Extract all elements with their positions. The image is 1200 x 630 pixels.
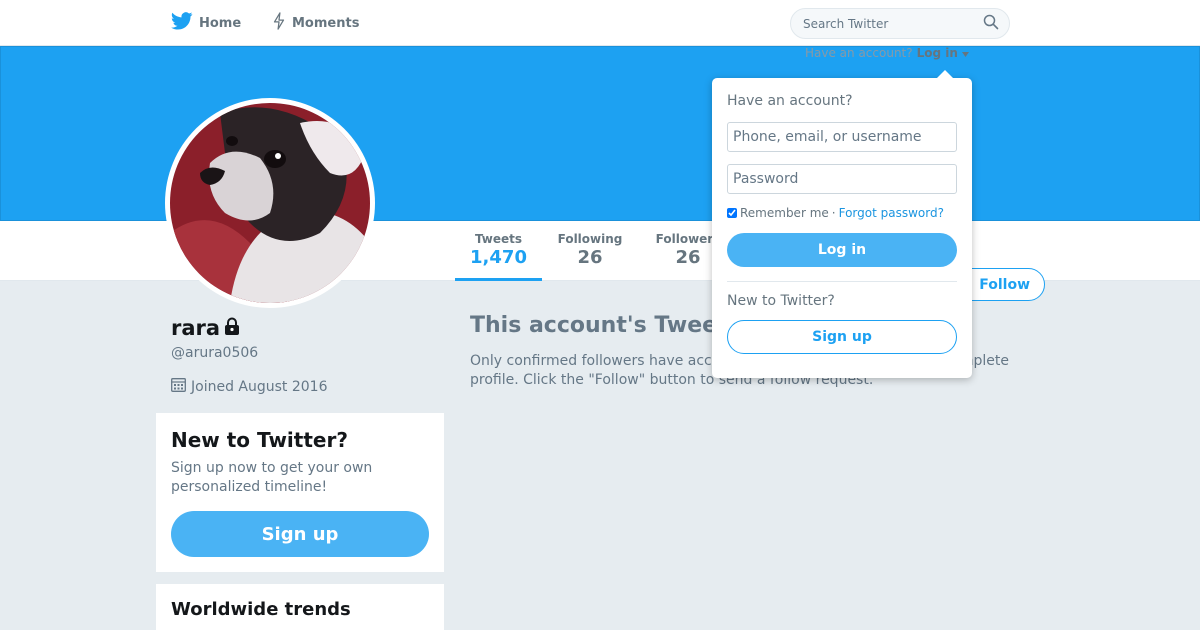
login-trigger-label[interactable]: Log in [917,46,958,60]
nav-moments[interactable]: Moments [272,0,359,46]
login-button[interactable]: Log in [727,233,957,267]
profile-handle[interactable]: @arura0506 [171,345,258,361]
caret-down-icon [961,46,969,60]
twitter-bird-icon [171,12,193,34]
stat-tweets-label: Tweets [474,232,523,246]
nav-home[interactable]: Home [171,0,241,46]
dropdown-signup-button[interactable]: Sign up [727,320,957,354]
profile-name: rara [171,316,240,340]
username-field[interactable] [727,122,957,152]
trends-title: Worldwide trends [171,599,351,620]
remember-label[interactable]: Remember me [740,206,829,220]
password-field[interactable] [727,164,957,194]
nav-home-label: Home [199,15,242,31]
lightning-icon [272,12,286,34]
stat-following-label: Following [557,232,623,246]
trends-card: Worldwide trends [156,584,444,630]
login-dropdown: Have an account? Remember me · Forgot pa… [712,70,972,378]
stat-tweets-value: 1,470 [470,247,527,268]
remember-checkbox[interactable] [727,208,737,218]
login-trigger-prompt: Have an account? [805,46,913,60]
lock-icon [224,316,240,340]
stat-tweets[interactable]: Tweets 1,470 [455,232,542,281]
search-icon[interactable] [983,14,999,34]
avatar[interactable] [165,98,375,308]
profile-joined: Joined August 2016 [171,377,327,396]
login-dropdown-heading: Have an account? [727,93,853,109]
search-box [790,8,1010,39]
joined-text: Joined August 2016 [191,378,328,395]
login-trigger[interactable]: Have an account? Log in [805,46,969,60]
signup-card-text: Sign up now to get your own personalized… [171,460,373,495]
new-to-twitter-heading: New to Twitter? [727,293,835,309]
top-nav: Home Moments [0,0,1200,46]
signup-card: New to Twitter? Sign up now to get your … [156,413,444,572]
profile-name-text: rara [171,316,221,340]
separator-dot: · [831,206,836,220]
nav-moments-label: Moments [292,15,360,31]
forgot-password-link[interactable]: Forgot password? [839,206,944,220]
signup-button[interactable]: Sign up [171,511,429,557]
stat-following-value: 26 [577,247,603,268]
search-input[interactable] [803,16,983,31]
divider [727,281,957,282]
avatar-photo [170,103,370,303]
remember-row: Remember me · Forgot password? [727,206,957,220]
signup-card-title: New to Twitter? [171,428,348,452]
stat-following[interactable]: Following 26 [552,232,628,281]
calendar-icon [171,377,186,396]
